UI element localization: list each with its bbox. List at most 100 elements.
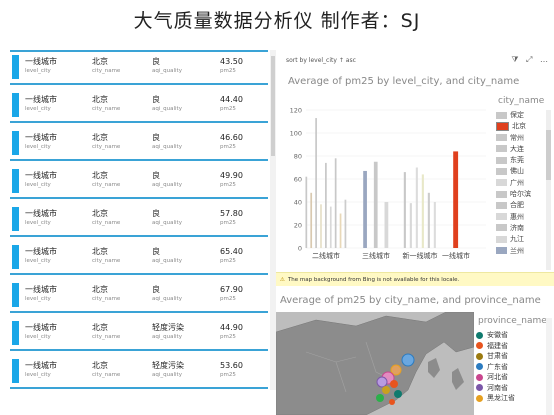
bar — [421, 174, 424, 248]
legend-label: 北京 — [512, 122, 526, 131]
map-shapes — [276, 312, 474, 415]
legend-swatch — [496, 167, 507, 175]
legend-item[interactable]: 九江 — [496, 234, 550, 245]
legend-item[interactable]: 东莞 — [496, 155, 550, 166]
y-tick-label: 20 — [294, 222, 302, 230]
card-label: aqi_quality — [152, 182, 182, 188]
map-canvas[interactable] — [276, 312, 474, 415]
map-legend[interactable]: 安徽省 福建省甘肃省广东省 河北省河南省 黑龙江省 — [476, 330, 515, 404]
legend-item[interactable]: 惠州 — [496, 212, 550, 223]
land-mass — [276, 312, 474, 415]
card-label: level_city — [25, 144, 51, 150]
card-field-aqi-quality: 良 aqi_quality — [152, 57, 182, 75]
map-panel[interactable]: Average of pm25 by city_name, and provin… — [276, 288, 554, 415]
legend-item[interactable]: 兰州 — [496, 246, 550, 257]
card-value: 一线城市 — [25, 247, 57, 256]
map-legend-item[interactable]: 黑龙江省 — [476, 393, 515, 404]
card-label: pm25 — [220, 258, 236, 264]
filter-icon[interactable]: ⧩ — [511, 55, 518, 64]
card-value: 一线城市 — [25, 209, 57, 218]
card-label: aqi_quality — [152, 296, 182, 302]
y-tick-label: 80 — [294, 153, 302, 161]
multi-row-card: 一线城市 level_city 北京 city_name 良 aqi_quality 43.… — [10, 50, 268, 392]
card-field-pm25: 53.60 pm25 — [220, 361, 243, 379]
card-label: aqi_quality — [152, 334, 182, 340]
more-icon[interactable]: … — [540, 55, 548, 64]
bar — [427, 192, 430, 248]
legend-label: 河北省 — [487, 373, 508, 381]
card-row[interactable]: 一线城市 level_city 北京 city_name 轻度污染 aqi_quality… — [10, 318, 268, 351]
card-field-pm25: 44.90 pm25 — [220, 323, 243, 341]
map-legend-item[interactable]: 福建省 — [476, 341, 515, 352]
map-legend-item[interactable]: 甘肃省 — [476, 351, 515, 362]
map-legend-item[interactable]: 河北省 — [476, 372, 515, 383]
card-value: 良 — [152, 95, 160, 104]
card-value: 北京 — [92, 133, 108, 142]
card-label: city_name — [92, 144, 121, 150]
sort-label[interactable]: sort by level_city ↑ asc — [286, 57, 356, 64]
card-field-city-name: 北京 city_name — [92, 95, 120, 113]
legend-dot — [476, 342, 483, 349]
legend-item[interactable]: 合肥 — [496, 200, 550, 211]
legend-label: 福建省 — [487, 341, 508, 350]
map-legend-item[interactable]: 河南省 — [476, 383, 515, 394]
map-legend-item[interactable]: 安徽省 — [476, 330, 515, 341]
card-value: 北京 — [92, 209, 108, 218]
legend-item[interactable]: 北京 — [496, 121, 550, 132]
y-tick-label: 60 — [294, 176, 302, 184]
card-field-pm25: 65.40 pm25 — [220, 247, 243, 265]
bar — [344, 199, 347, 248]
legend-item[interactable]: 哈尔滨 — [496, 189, 550, 200]
card-row[interactable]: 一线城市 level_city 北京 city_name 良 aqi_quality 43.… — [10, 52, 268, 85]
card-field-level-city: 一线城市 level_city — [25, 247, 57, 265]
card-row[interactable]: 一线城市 level_city 北京 city_name 良 aqi_quality 46.… — [10, 128, 268, 161]
card-field-city-name: 北京 city_name — [92, 247, 120, 265]
legend-label: 广州 — [510, 178, 524, 187]
island — [452, 368, 464, 390]
card-field-pm25: 43.50 pm25 — [220, 57, 243, 75]
expand-icon[interactable]: ⤢ — [526, 55, 532, 64]
legend-item[interactable]: 广州 — [496, 178, 550, 189]
bar — [453, 151, 459, 248]
legend-item[interactable]: 常州 — [496, 133, 550, 144]
card-label: level_city — [25, 334, 51, 340]
card-row[interactable]: 一线城市 level_city 北京 city_name 良 aqi_quality 57.… — [10, 204, 268, 237]
chart-legend[interactable]: 保定 北京常州 大连东莞 佛山 广州哈尔滨 合肥 惠州 济南 九江 兰州 — [496, 110, 550, 257]
map-legend-item[interactable]: 广东省 — [476, 362, 515, 373]
bar — [415, 167, 418, 248]
card-accent-bar — [12, 207, 19, 231]
legend-scrollbar[interactable] — [546, 110, 551, 270]
bar — [433, 202, 436, 248]
legend-label: 大连 — [510, 144, 524, 153]
card-value: 北京 — [92, 323, 108, 332]
card-field-level-city: 一线城市 level_city — [25, 285, 57, 303]
card-row[interactable]: 一线城市 level_city 北京 city_name 良 aqi_quality 44.… — [10, 90, 268, 123]
card-row[interactable]: 一线城市 level_city 北京 city_name 轻度污染 aqi_quality… — [10, 356, 268, 389]
card-value: 44.40 — [220, 95, 243, 104]
card-label: level_city — [25, 68, 51, 74]
bar-chart-panel[interactable]: sort by level_city ↑ asc ⧩ ⤢ … Average o… — [280, 52, 552, 270]
card-value: 北京 — [92, 247, 108, 256]
card-value: 57.80 — [220, 209, 243, 218]
card-row[interactable]: 一线城市 level_city 北京 city_name 良 aqi_quality 65.… — [10, 242, 268, 275]
card-label: level_city — [25, 106, 51, 112]
y-tick-label: 120 — [290, 107, 302, 115]
card-row[interactable]: 一线城市 level_city 北京 city_name 良 aqi_quality 67.… — [10, 280, 268, 313]
scrollbar-thumb[interactable] — [271, 56, 275, 156]
card-label: level_city — [25, 182, 51, 188]
legend-swatch — [496, 179, 507, 187]
map-bubble — [390, 380, 398, 388]
legend-item[interactable]: 保定 — [496, 110, 550, 121]
bar — [334, 158, 337, 248]
legend-item[interactable]: 济南 — [496, 223, 550, 234]
scrollbar-thumb[interactable] — [546, 130, 551, 180]
bar-chart[interactable]: 0 20 40 60 80 100 120 二线城市 三线城市 新一线城市 一线城市 — [280, 76, 494, 270]
card-field-aqi-quality: 轻度污染 aqi_quality — [152, 323, 184, 341]
map-legend-scrollbar[interactable] — [546, 318, 552, 415]
legend-item[interactable]: 佛山 — [496, 166, 550, 177]
legend-item[interactable]: 大连 — [496, 144, 550, 155]
map-bubble — [376, 394, 384, 402]
card-accent-bar — [12, 283, 19, 307]
legend-label: 甘肃省 — [487, 352, 508, 360]
card-row[interactable]: 一线城市 level_city 北京 city_name 良 aqi_quality 49.… — [10, 166, 268, 199]
